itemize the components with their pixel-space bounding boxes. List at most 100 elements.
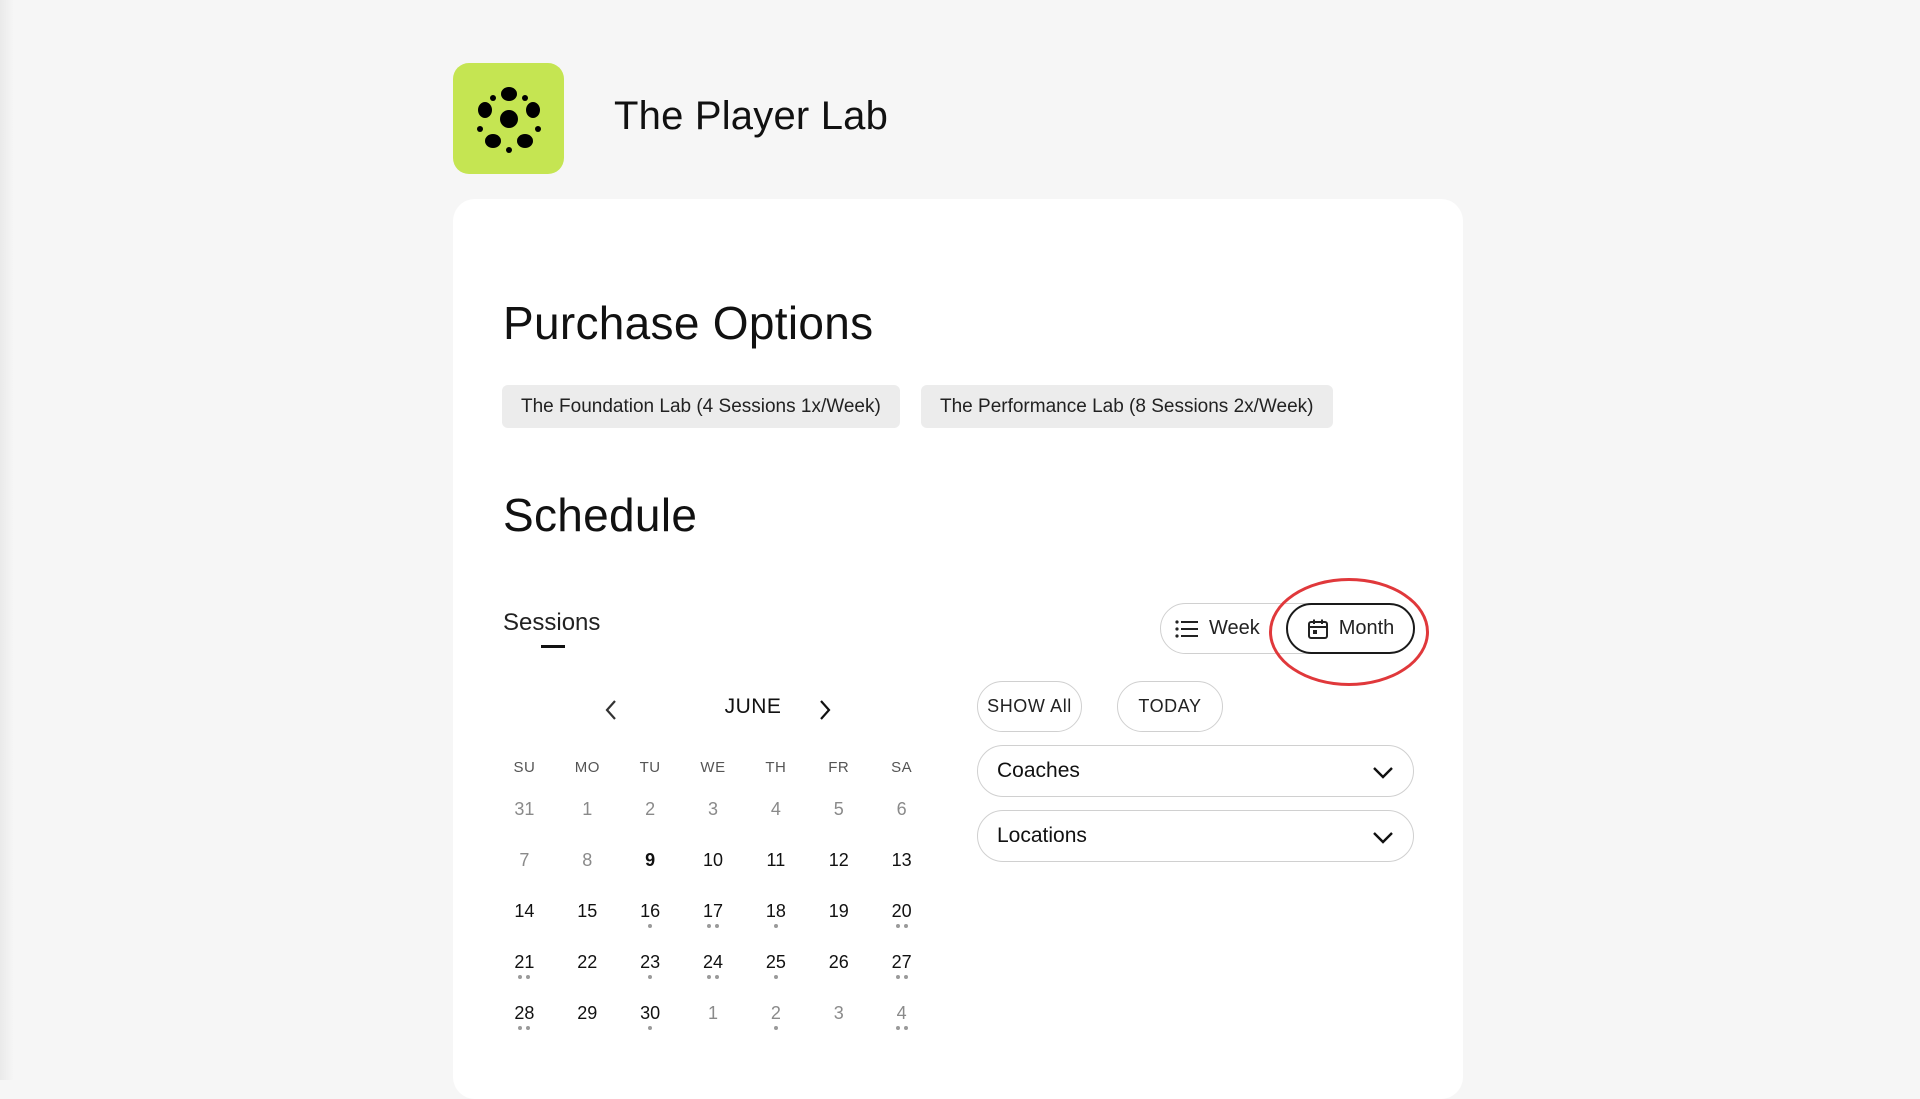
session-indicator	[807, 975, 870, 980]
calendar-day[interactable]: 8	[556, 848, 619, 899]
calendar-day[interactable]: 1	[556, 797, 619, 848]
calendar-day-number: 29	[577, 1003, 598, 1023]
month-view-button[interactable]: Month	[1286, 603, 1415, 654]
session-dot	[895, 975, 900, 979]
session-indicator	[619, 873, 682, 878]
calendar-day-number: 17	[702, 901, 724, 921]
chevron-down-icon	[1373, 832, 1393, 844]
session-dot	[715, 975, 719, 979]
calendar-day[interactable]: 26	[807, 950, 870, 1001]
calendar-day-number: 14	[514, 901, 535, 921]
calendar-day[interactable]: 21	[493, 950, 556, 1001]
session-indicator	[682, 975, 745, 980]
session-indicator	[807, 873, 870, 878]
session-indicator	[493, 1026, 556, 1031]
session-indicator	[682, 873, 745, 878]
purchase-option-performance[interactable]: The Performance Lab (8 Sessions 2x/Week)	[921, 385, 1333, 428]
session-dot	[715, 924, 719, 928]
session-dot	[707, 975, 711, 979]
weekday-label: SU	[513, 759, 536, 776]
session-indicator	[556, 873, 619, 878]
coaches-dropdown-label: Coaches	[997, 759, 1080, 782]
calendar-day[interactable]: 14	[493, 899, 556, 950]
calendar-week-row: 21 22 23 24 25 26 27	[493, 950, 933, 1001]
calendar-week-row: 14 15 16 17 18 19 20	[493, 899, 933, 950]
coaches-dropdown[interactable]: Coaches	[977, 745, 1414, 797]
calendar-day[interactable]: 23	[619, 950, 682, 1001]
week-view-button[interactable]: Week	[1175, 604, 1260, 653]
content-card: Purchase Options The Foundation Lab (4 S…	[453, 199, 1463, 1099]
calendar-day-number: 25	[765, 952, 786, 972]
calendar-day[interactable]: 25	[744, 950, 807, 1001]
session-dot	[707, 924, 711, 928]
session-indicator	[619, 822, 682, 827]
calendar-day[interactable]: 12	[807, 848, 870, 899]
session-dot	[903, 924, 908, 928]
calendar-day[interactable]: 10	[682, 848, 745, 899]
session-dot	[648, 924, 653, 928]
calendar-day[interactable]: 13	[870, 848, 933, 899]
today-button[interactable]: TODAY	[1117, 681, 1223, 732]
month-view-label: Month	[1338, 617, 1395, 639]
session-dot	[895, 1026, 900, 1030]
calendar-day-number: 10	[702, 850, 724, 870]
session-dot	[518, 1026, 523, 1030]
session-dot	[773, 924, 778, 928]
calendar-day[interactable]: 27	[870, 950, 933, 1001]
calendar-day-number: 1	[582, 799, 593, 819]
calendar-day-number: 3	[708, 799, 719, 819]
calendar-day-number: 27	[891, 952, 912, 972]
show-all-button[interactable]: SHOW All	[977, 681, 1082, 732]
calendar-day[interactable]: 5	[807, 797, 870, 848]
calendar-day[interactable]: 22	[556, 950, 619, 1001]
calendar-day[interactable]: 29	[556, 1001, 619, 1052]
locations-dropdown[interactable]: Locations	[977, 810, 1414, 862]
brand-logo	[453, 63, 564, 174]
calendar-day[interactable]: 3	[682, 797, 745, 848]
calendar-day[interactable]: 4	[870, 1001, 933, 1052]
calendar-day[interactable]: 16	[619, 899, 682, 950]
calendar-day[interactable]: 3	[807, 1001, 870, 1052]
calendar-day[interactable]: 6	[870, 797, 933, 848]
calendar-day-number: 21	[514, 952, 535, 972]
calendar-day[interactable]: 31	[493, 797, 556, 848]
calendar-day[interactable]: 30	[619, 1001, 682, 1052]
schedule-heading: Schedule	[503, 489, 698, 541]
session-indicator	[744, 975, 807, 980]
calendar-day-number: 28	[514, 1003, 535, 1023]
calendar-week-row: 31 1 2 3 4 5 6	[493, 797, 933, 848]
session-dot	[773, 1026, 778, 1030]
calendar-day-number: 6	[896, 799, 907, 819]
calendar-day[interactable]: 7	[493, 848, 556, 899]
calendar-day[interactable]: 17	[682, 899, 745, 950]
session-indicator	[682, 1026, 745, 1031]
calendar-day[interactable]: 18	[744, 899, 807, 950]
session-indicator	[619, 1026, 682, 1031]
session-indicator	[744, 873, 807, 878]
calendar-day[interactable]: 20	[870, 899, 933, 950]
calendar-day[interactable]: 2	[619, 797, 682, 848]
session-dot	[526, 1026, 531, 1030]
calendar-day[interactable]: 4	[744, 797, 807, 848]
purchase-option-foundation[interactable]: The Foundation Lab (4 Sessions 1x/Week)	[502, 385, 900, 428]
calendar-day-number: 2	[770, 1003, 781, 1023]
calendar-day[interactable]: 15	[556, 899, 619, 950]
calendar-day[interactable]: 28	[493, 1001, 556, 1052]
next-month-button[interactable]	[810, 695, 840, 725]
calendar-day[interactable]: 2	[744, 1001, 807, 1052]
calendar-day[interactable]: 24	[682, 950, 745, 1001]
calendar-day[interactable]: 1	[682, 1001, 745, 1052]
calendar-day[interactable]: 9	[619, 848, 682, 899]
prev-month-button[interactable]	[596, 695, 626, 725]
calendar-day[interactable]: 11	[744, 848, 807, 899]
session-indicator	[807, 822, 870, 827]
weekday-label: SA	[891, 759, 913, 776]
tab-sessions[interactable]: Sessions	[503, 609, 600, 637]
session-indicator	[870, 873, 933, 878]
calendar-weekday-row: SU MO TU WE TH FR SA	[493, 759, 933, 797]
calendar-day[interactable]: 19	[807, 899, 870, 950]
calendar-day-number: 4	[896, 1003, 907, 1023]
calendar-day-number: 12	[828, 850, 849, 870]
calendar-day-number: 4	[770, 799, 781, 819]
calendar-day-number: 31	[514, 799, 535, 819]
